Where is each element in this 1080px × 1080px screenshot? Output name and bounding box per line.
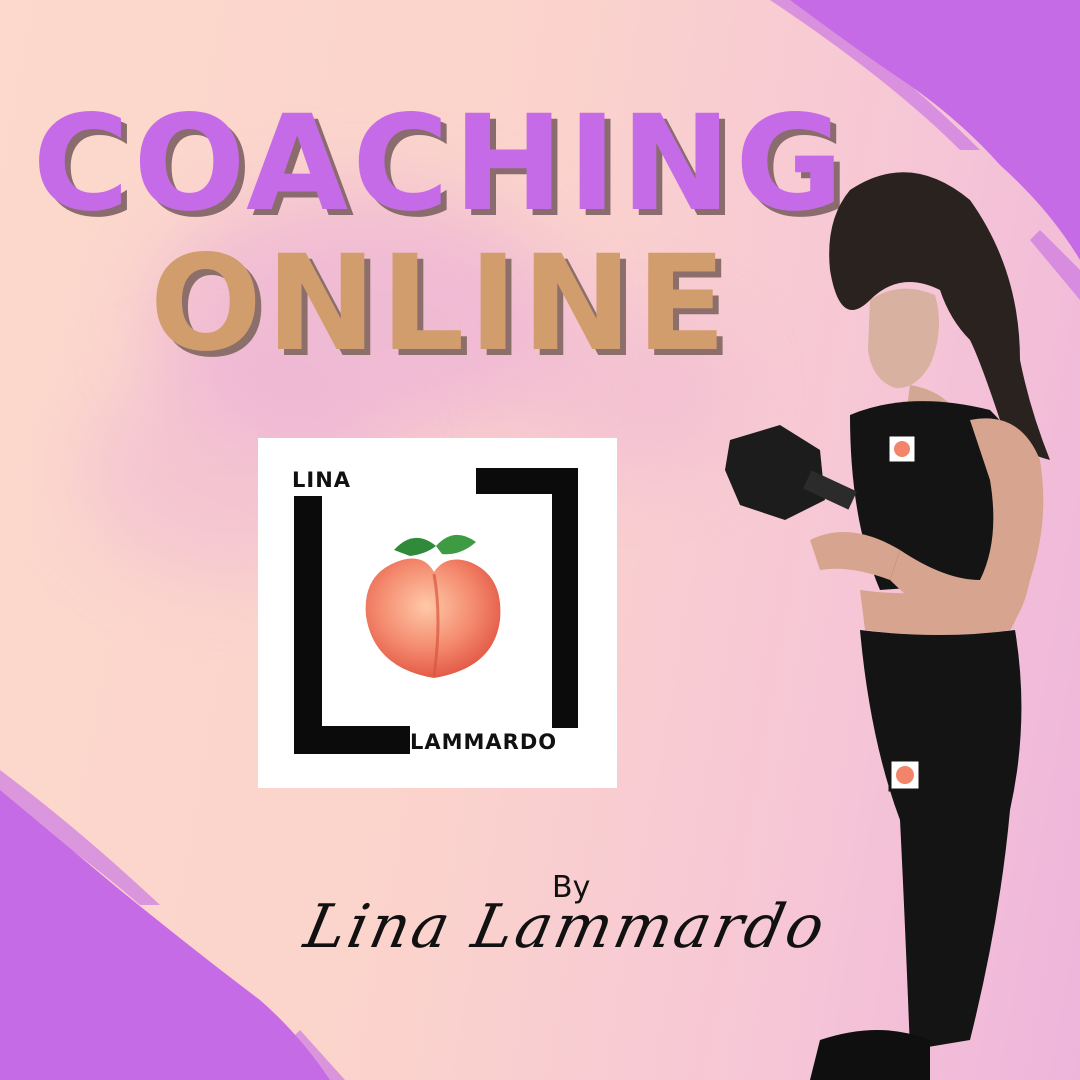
peach-icon	[365, 534, 501, 678]
woman-with-dumbbell-photo	[725, 172, 1050, 1080]
logo-word-lammardo: LAMMARDO	[410, 730, 558, 754]
logo-word-lina: LINA	[292, 468, 352, 492]
brand-logo-card: LINA LAMMARDO	[258, 438, 617, 788]
